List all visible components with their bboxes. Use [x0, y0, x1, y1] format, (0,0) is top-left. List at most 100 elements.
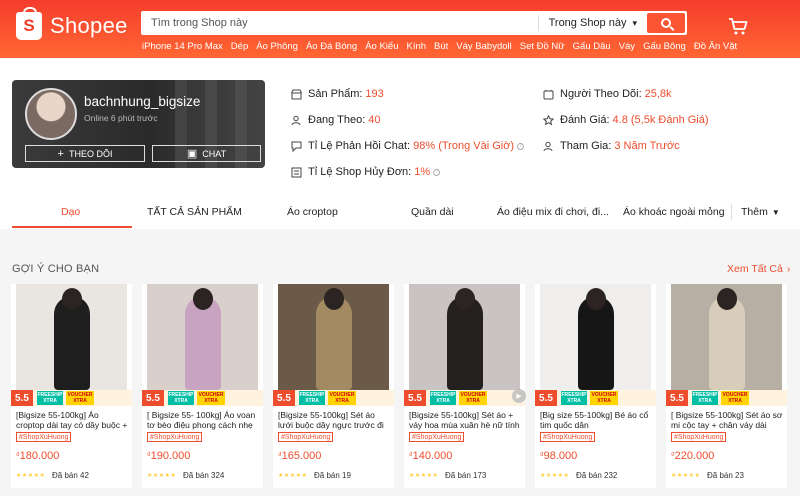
stat-rating-value: 4.8 (5,5k Đánh Giá)	[612, 114, 709, 126]
product-sold-count: Đã bán 42	[52, 471, 89, 480]
promo-strip: FREESHIP XTRA VOUCHER XTRA	[295, 390, 394, 406]
product-name[interactable]: [Bigsize 55-100kg] Sét áo + váy hoa mùa …	[409, 410, 522, 430]
chat-icon: ▣	[186, 148, 198, 160]
trending-keyword[interactable]: Váy	[619, 41, 635, 52]
chevron-down-icon: ▾	[632, 17, 637, 28]
product-sold-count: Đã bán 19	[314, 471, 351, 480]
stat-cancel-value: 1%	[414, 166, 431, 178]
star-rating: ★★★★★	[409, 473, 439, 479]
trending-keyword[interactable]: Áo Đá Bóng	[306, 41, 357, 52]
product-price-value: 190.000	[150, 450, 191, 462]
trending-keywords: iPhone 14 Pro Max Dép Áo Phông Áo Đá Bóng Áo…	[142, 41, 737, 52]
stat-response-value: 98% (Trong Vài Giờ)	[413, 140, 515, 152]
trending-keyword[interactable]: iPhone 14 Pro Max	[142, 41, 223, 52]
product-price-value: 140.000	[412, 450, 453, 462]
product-image[interactable]	[540, 284, 651, 390]
stat-cancel-label: Tỉ Lệ Shop Hủy Đơn:	[308, 166, 412, 178]
product-name[interactable]: [Bigsize 55-100kg] Sét áo lưới buộc dây …	[278, 410, 391, 430]
freeship-xtra-badge: FREESHIP XTRA	[692, 391, 718, 405]
chat-button[interactable]: ▣ CHAT	[152, 145, 261, 162]
store-icon	[290, 88, 302, 100]
trending-keyword[interactable]: Gấu Dâu	[573, 41, 611, 52]
stat-response-label: Tỉ Lệ Phản Hồi Chat:	[308, 140, 411, 152]
product-sold-count: Đã bán 23	[707, 471, 744, 480]
product-price-value: 220.000	[674, 450, 715, 462]
product-image[interactable]	[16, 284, 127, 390]
shopee-bag-icon: S	[16, 7, 42, 40]
promo-strip: FREESHIP XTRA VOUCHER XTRA	[33, 390, 132, 406]
trending-keyword[interactable]: Váy Babydoll	[456, 41, 511, 52]
product-card[interactable]: 5.5 FREESHIP XTRA VOUCHER XTRA [Bigsize 55…	[404, 284, 525, 488]
shop-tabs: Dạo TẤT CẢ SẢN PHẨM Áo croptop Quần dài …	[0, 196, 800, 229]
cart-icon[interactable]	[728, 18, 748, 35]
product-card[interactable]: 5.5 FREESHIP XTRA VOUCHER XTRA [Big size 5…	[535, 284, 656, 488]
search-scope-dropdown[interactable]: Trong Shop này ▾	[537, 15, 647, 31]
trending-keyword[interactable]: Đồ Ăn Vặt	[694, 41, 737, 52]
stat-joined-label: Tham Gia:	[560, 140, 612, 152]
tab-croptop[interactable]: Áo croptop	[287, 206, 338, 218]
stat-followers: Người Theo Dõi: 25,8k	[542, 88, 672, 100]
stat-rating: Đánh Giá: 4.8 (5,5k Đánh Giá)	[542, 114, 709, 126]
sale-55-badge: 5.5	[273, 390, 295, 406]
trending-keyword[interactable]: Áo Phông	[256, 41, 298, 52]
product-card[interactable]: 5.5 FREESHIP XTRA VOUCHER XTRA [ Bigsize 5…	[142, 284, 263, 488]
stat-joined-value: 3 Năm Trước	[614, 140, 680, 152]
product-hashtag: #ShopXuHuong	[147, 432, 203, 442]
shopee-wordmark: Shopee	[50, 13, 128, 38]
product-name[interactable]: [Bigsize 55-100kg] Áo croptop dài tay có…	[16, 410, 129, 430]
user-plus-icon	[290, 114, 302, 126]
trending-keyword[interactable]: Gấu Bông	[643, 41, 686, 52]
trending-keyword[interactable]: Kính	[406, 41, 426, 52]
shopee-logo[interactable]: S Shopee	[16, 7, 128, 40]
suggestions-title: GỢI Ý CHO BẠN	[12, 263, 100, 275]
top-header: S Shopee Trong Shop này ▾ iPhone 14 Pro …	[0, 0, 800, 58]
product-name[interactable]: [ Bigsize 55- 100kg] Áo voan tơ bèo điệu…	[147, 410, 260, 430]
stat-following-label: Đang Theo:	[308, 114, 366, 126]
help-icon[interactable]: ?	[433, 168, 441, 176]
tab-mix-tops[interactable]: Áo điệu mix đi chơi, đi...	[497, 206, 609, 218]
search-bar: Trong Shop này ▾	[141, 11, 687, 35]
see-all-link[interactable]: Xem Tất Cả ›	[727, 263, 790, 275]
product-price: ₫190.000	[147, 450, 190, 462]
product-name[interactable]: [Big size 55-100kg] Bé áo cổ tim quốc dâ…	[540, 410, 653, 430]
product-card[interactable]: 5.5 FREESHIP XTRA VOUCHER XTRA [ Bigsize 5…	[666, 284, 787, 488]
product-price: ₫165.000	[278, 450, 321, 462]
stat-followers-label: Người Theo Dõi:	[560, 88, 642, 100]
follow-label: THEO DÕI	[68, 148, 113, 159]
product-card[interactable]: 5.5 FREESHIP XTRA VOUCHER XTRA [Bigsize 55…	[11, 284, 132, 488]
stat-rating-label: Đánh Giá:	[560, 114, 610, 126]
tab-explore[interactable]: Dạo	[61, 206, 80, 218]
shop-avatar[interactable]	[25, 88, 77, 140]
product-price: ₫220.000	[671, 450, 714, 462]
voucher-xtra-badge: VOUCHER XTRA	[328, 391, 356, 405]
product-hashtag: #ShopXuHuong	[540, 432, 596, 442]
tab-more-dropdown[interactable]: Thêm ▼	[741, 206, 780, 218]
play-icon[interactable]: ▶	[512, 389, 526, 403]
tab-all-products[interactable]: TẤT CẢ SẢN PHẨM	[147, 206, 242, 218]
product-image[interactable]	[409, 284, 520, 390]
product-price-value: 180.000	[19, 450, 60, 462]
user-check-icon	[542, 140, 554, 152]
product-image[interactable]	[147, 284, 258, 390]
product-price-value: 165.000	[281, 450, 322, 462]
sale-55-badge: 5.5	[11, 390, 33, 406]
trending-keyword[interactable]: Set Đồ Nữ	[520, 41, 565, 52]
tab-pants[interactable]: Quần dài	[411, 206, 454, 218]
follow-button[interactable]: + THEO DÕI	[25, 145, 145, 162]
product-image[interactable]	[671, 284, 782, 390]
product-name[interactable]: [ Bigsize 55-100kg] Sét áo sơ mi cộc tay…	[671, 410, 784, 430]
product-card[interactable]: 5.5 FREESHIP XTRA VOUCHER XTRA [Bigsize 55…	[273, 284, 394, 488]
product-image[interactable]	[278, 284, 389, 390]
sale-55-badge: 5.5	[535, 390, 557, 406]
trending-keyword[interactable]: Dép	[231, 41, 248, 52]
search-input[interactable]	[151, 13, 538, 33]
trending-keyword[interactable]: Bút	[434, 41, 448, 52]
tab-light-jackets[interactable]: Áo khoác ngoài mỏng	[623, 206, 725, 218]
product-hashtag: #ShopXuHuong	[16, 432, 72, 442]
product-price-value: 98.000	[543, 450, 578, 462]
help-icon[interactable]: ?	[517, 142, 525, 150]
search-button[interactable]	[647, 13, 685, 33]
promo-strip: FREESHIP XTRA VOUCHER XTRA	[688, 390, 787, 406]
product-sold-count: Đã bán 324	[183, 471, 225, 480]
trending-keyword[interactable]: Áo Kiểu	[365, 41, 398, 52]
